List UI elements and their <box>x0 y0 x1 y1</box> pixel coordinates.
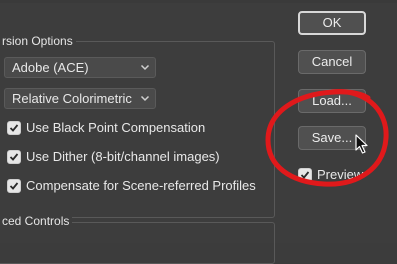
black-point-compensation-label: Use Black Point Compensation <box>26 120 206 135</box>
conversion-options-legend: rsion Options <box>0 34 76 48</box>
highlight-ellipse-annotation <box>265 89 389 187</box>
scene-referred-checkbox[interactable] <box>7 179 21 193</box>
intent-select[interactable]: Relative Colorimetric <box>4 88 156 109</box>
intent-select-value: Relative Colorimetric <box>12 91 132 106</box>
chevron-down-icon <box>140 95 150 102</box>
scene-referred-label: Compensate for Scene-referred Profiles <box>26 178 256 193</box>
mouse-cursor-icon <box>355 134 368 154</box>
engine-select-value: Adobe (ACE) <box>12 60 89 75</box>
dialog-body: rsion Options Adobe (ACE) Relative Color… <box>0 0 397 264</box>
chevron-down-icon <box>140 64 150 71</box>
engine-select[interactable]: Adobe (ACE) <box>4 57 156 78</box>
ok-button[interactable]: OK <box>298 11 366 35</box>
cancel-button[interactable]: Cancel <box>298 50 366 74</box>
checkmark-icon <box>9 153 19 161</box>
use-dither-checkbox[interactable] <box>7 150 21 164</box>
checkmark-icon <box>9 124 19 132</box>
advanced-controls-legend: ced Controls <box>0 214 73 228</box>
dialog-top-edge <box>0 0 397 3</box>
advanced-controls-group <box>0 222 275 264</box>
checkmark-icon <box>9 182 19 190</box>
use-dither-label: Use Dither (8-bit/channel images) <box>26 149 220 164</box>
black-point-compensation-checkbox[interactable] <box>7 121 21 135</box>
